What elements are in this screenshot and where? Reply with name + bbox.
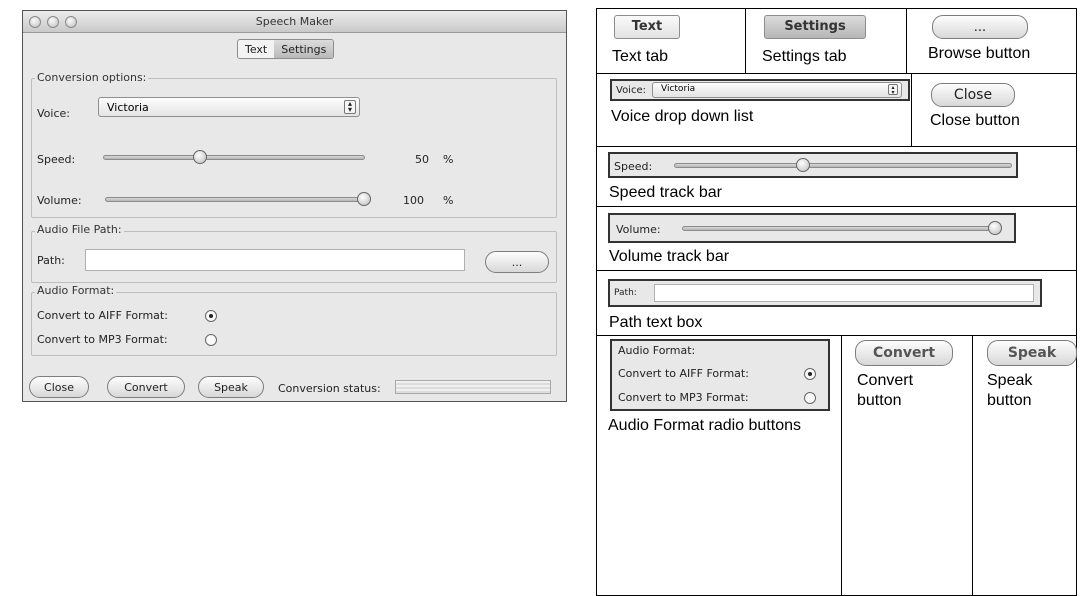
convert-button[interactable]: Convert bbox=[107, 376, 185, 398]
mp3-label: Convert to MP3 Format: bbox=[37, 333, 168, 346]
sample-aiff-radio bbox=[804, 368, 816, 380]
caption-settings-tab: Settings tab bbox=[762, 48, 847, 65]
aiff-radio[interactable] bbox=[205, 310, 217, 322]
sample-volume-box: Volume: bbox=[608, 213, 1016, 243]
caption-text-tab: Text tab bbox=[612, 48, 669, 65]
sample-speed-box: Speed: bbox=[608, 152, 1018, 178]
sample-path-label: Path: bbox=[614, 288, 637, 298]
voice-value: Victoria bbox=[107, 101, 149, 114]
sample-close-button: Close bbox=[931, 83, 1015, 107]
sample-speed-knob bbox=[796, 158, 810, 172]
speed-slider-knob[interactable] bbox=[193, 150, 207, 164]
sample-speed-track bbox=[674, 163, 1012, 168]
sample-mp3-label: Convert to MP3 Format: bbox=[618, 391, 749, 404]
sample-audio-format-box: Audio Format: Convert to AIFF Format: Co… bbox=[610, 339, 830, 411]
speak-button[interactable]: Speak bbox=[198, 376, 264, 398]
conversion-status-label: Conversion status: bbox=[278, 382, 381, 395]
title-bar: Speech Maker bbox=[23, 11, 566, 33]
voice-dropdown[interactable]: Victoria ▴ ▾ bbox=[98, 97, 360, 117]
browse-button[interactable]: ... bbox=[485, 251, 549, 273]
speed-label: Speed: bbox=[37, 153, 76, 166]
sample-voice-dropdown: Victoria ▴ ▾ bbox=[652, 82, 902, 98]
volume-unit: % bbox=[443, 194, 454, 207]
sample-settings-tab: Settings bbox=[764, 15, 866, 39]
sample-volume-knob bbox=[988, 221, 1002, 235]
path-label: Path: bbox=[37, 254, 65, 267]
aiff-label: Convert to AIFF Format: bbox=[37, 309, 168, 322]
caption-audio-radio: Audio Format radio buttons bbox=[608, 417, 801, 434]
sample-convert-button: Convert bbox=[855, 340, 953, 366]
caption-volume-bar: Volume track bar bbox=[609, 248, 730, 265]
tab-text[interactable]: Text bbox=[238, 40, 274, 58]
sample-voice-box: Voice: Victoria ▴ ▾ bbox=[610, 79, 910, 101]
sample-voice-value: Victoria bbox=[661, 84, 696, 94]
sample-volume-label: Volume: bbox=[616, 223, 661, 236]
sample-path-input bbox=[654, 284, 1034, 302]
speed-value: 50 bbox=[415, 153, 429, 166]
conversion-options-label: Conversion options: bbox=[35, 71, 149, 84]
volume-slider-knob[interactable] bbox=[357, 192, 371, 206]
tab-settings[interactable]: Settings bbox=[274, 40, 334, 58]
sample-browse-button: ... bbox=[932, 15, 1028, 39]
sample-mp3-radio bbox=[804, 392, 816, 404]
speech-maker-window: Speech Maker Text Settings Conversion op… bbox=[22, 10, 567, 402]
sample-speed-label: Speed: bbox=[614, 160, 653, 173]
caption-browse-button: Browse button bbox=[928, 45, 1031, 62]
speed-unit: % bbox=[443, 153, 454, 166]
caption-close-button: Close button bbox=[930, 112, 1020, 129]
caption-speed-bar: Speed track bar bbox=[609, 184, 722, 201]
audio-file-path-label: Audio File Path: bbox=[35, 223, 124, 236]
sample-text-tab: Text bbox=[614, 15, 680, 39]
path-input[interactable] bbox=[85, 249, 465, 271]
volume-track[interactable] bbox=[105, 197, 363, 202]
caption-path-box: Path text box bbox=[609, 314, 703, 331]
sample-voice-label: Voice: bbox=[616, 85, 646, 96]
sample-aiff-label: Convert to AIFF Format: bbox=[618, 367, 749, 380]
close-button[interactable]: Close bbox=[29, 376, 89, 398]
mp3-radio[interactable] bbox=[205, 334, 217, 346]
window-title: Speech Maker bbox=[255, 15, 334, 28]
caption-speak-button: Speak button bbox=[987, 372, 1033, 409]
chevron-updown-icon: ▴ ▾ bbox=[888, 84, 898, 96]
voice-label: Voice: bbox=[37, 107, 70, 120]
conversion-progress-bar bbox=[395, 380, 551, 394]
volume-value: 100 bbox=[403, 194, 424, 207]
speed-track[interactable] bbox=[103, 155, 365, 160]
caption-voice-list: Voice drop down list bbox=[611, 108, 754, 125]
sample-speak-button: Speak bbox=[987, 340, 1077, 366]
audio-format-label: Audio Format: bbox=[35, 284, 117, 297]
caption-convert-button: Convert button bbox=[857, 372, 914, 409]
sample-volume-track bbox=[682, 226, 996, 231]
sample-path-box: Path: bbox=[608, 279, 1042, 307]
audio-format-group bbox=[31, 292, 557, 356]
tab-bar: Text Settings bbox=[237, 39, 335, 59]
sample-audio-format-label: Audio Format: bbox=[618, 344, 696, 357]
volume-label: Volume: bbox=[37, 194, 82, 207]
chevron-updown-icon: ▴ ▾ bbox=[344, 100, 356, 114]
